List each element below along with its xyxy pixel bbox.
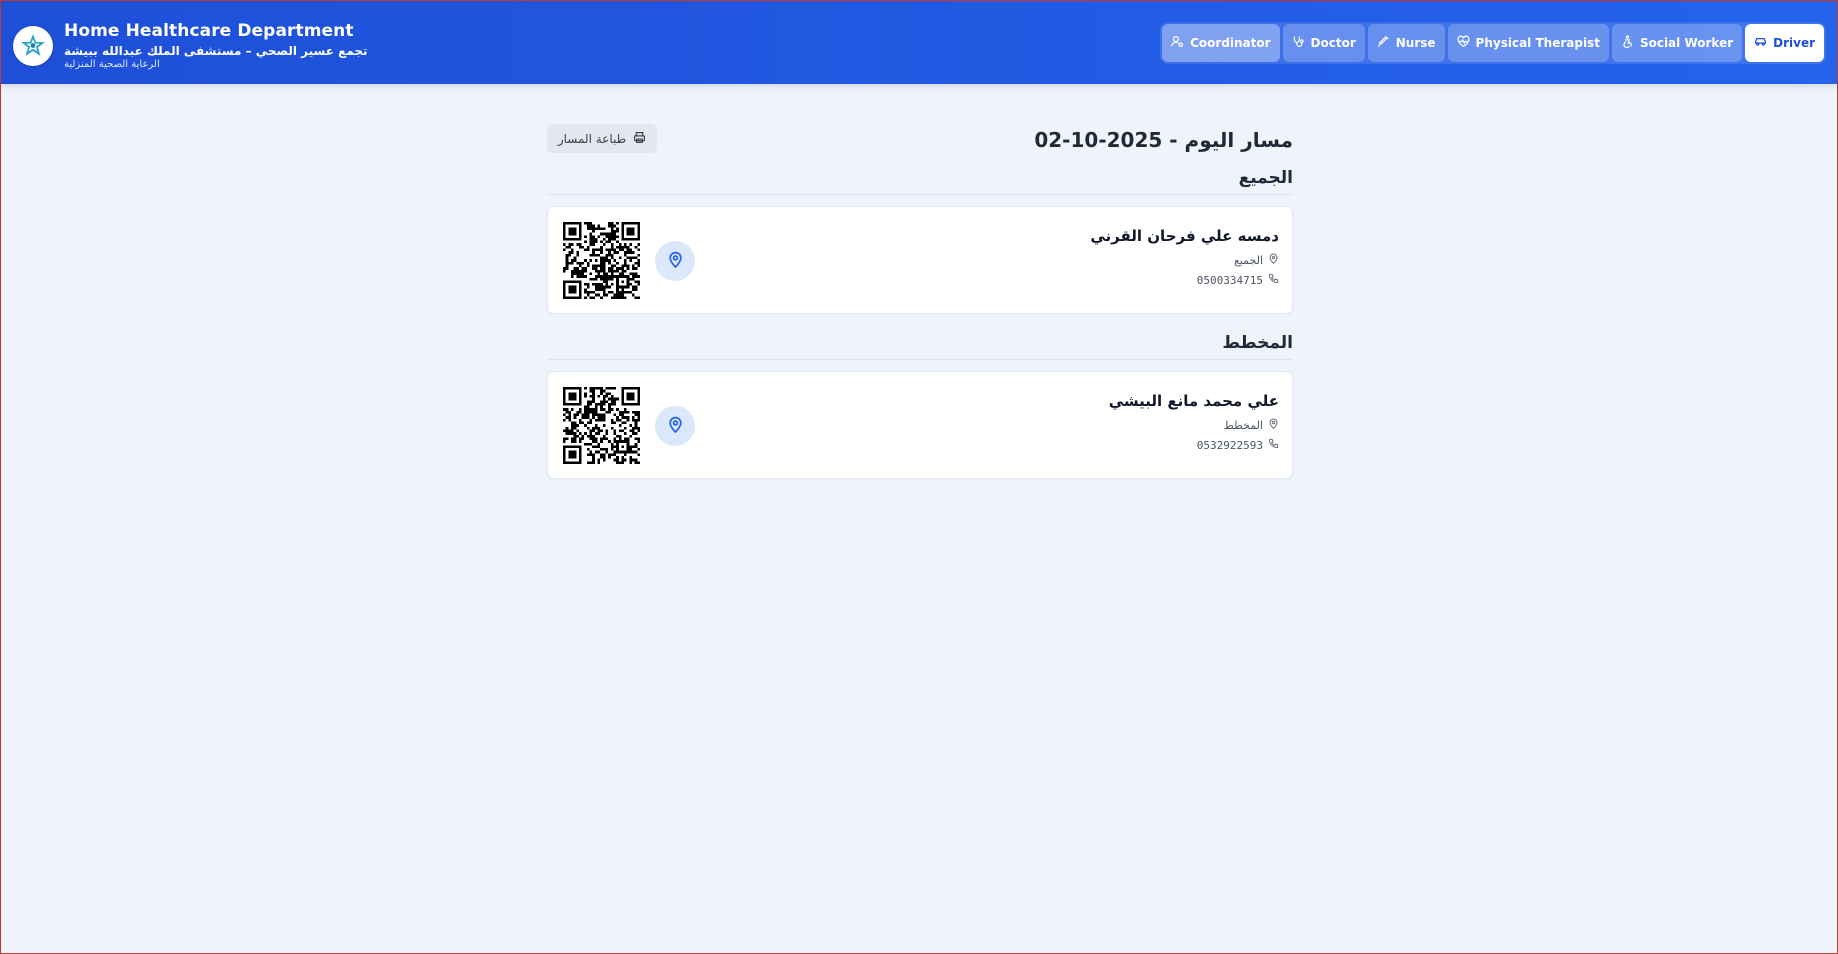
- map-location-button[interactable]: [655, 241, 695, 281]
- patient-name: دمسه علي فرحان القرني: [1090, 227, 1279, 245]
- nav-nurse-label: Nurse: [1395, 36, 1436, 50]
- nav-physical-therapist-label: Physical Therapist: [1475, 36, 1600, 50]
- accessibility-icon: [1621, 35, 1634, 51]
- nav-physical-therapist-button[interactable]: Physical Therapist: [1447, 24, 1609, 62]
- printer-icon: [633, 131, 646, 147]
- app-subtitle: تجمع عسير الصحي – مستشفى الملك عبدالله ب…: [64, 44, 368, 58]
- print-route-button[interactable]: طباعة المسار: [547, 124, 657, 153]
- nav-social-worker-label: Social Worker: [1639, 36, 1734, 50]
- location-pin-icon: [1268, 418, 1279, 432]
- patient-card: دمسه علي فرحان القرني الجميع 0500334715: [547, 206, 1293, 314]
- user-cog-icon: [1171, 35, 1184, 51]
- phone-icon: [1268, 273, 1279, 287]
- patient-card: علي محمد مانع البيشي المخطط 0532922593: [547, 371, 1293, 479]
- app-header: Home Healthcare Department تجمع عسير الص…: [0, 0, 1838, 84]
- syringe-icon: [1377, 35, 1390, 51]
- map-pin-icon: [667, 251, 684, 272]
- app-title: Home Healthcare Department: [64, 21, 354, 41]
- qr-code: [563, 387, 640, 464]
- qr-code: [563, 222, 640, 299]
- nav-social-worker-button[interactable]: Social Worker: [1611, 24, 1743, 62]
- nav-driver-button[interactable]: Driver: [1745, 24, 1824, 62]
- map-location-button[interactable]: [655, 406, 695, 446]
- car-icon: [1754, 35, 1767, 51]
- print-route-label: طباعة المسار: [557, 131, 627, 146]
- patient-location: المخطط: [1223, 418, 1263, 432]
- map-pin-icon: [667, 416, 684, 437]
- location-pin-icon: [1268, 253, 1279, 267]
- nav-doctor-label: Doctor: [1310, 36, 1356, 50]
- patient-phone[interactable]: 0500334715: [1197, 274, 1263, 287]
- heart-pulse-icon: [1457, 35, 1470, 51]
- nav-coordinator-button[interactable]: Coordinator: [1162, 24, 1280, 62]
- patient-location: الجميع: [1233, 253, 1263, 267]
- nav-doctor-button[interactable]: Doctor: [1282, 24, 1365, 62]
- nav-nurse-button[interactable]: Nurse: [1367, 24, 1445, 62]
- nav-driver-label: Driver: [1773, 36, 1815, 50]
- section-title: المخطط: [547, 333, 1293, 360]
- role-nav: Coordinator Doctor Nurse Physical Therap…: [1160, 22, 1826, 64]
- nav-coordinator-label: Coordinator: [1190, 36, 1271, 50]
- page-title: مسار اليوم - 2025-10-02: [1034, 128, 1293, 152]
- star-logo-icon: [13, 26, 53, 66]
- phone-icon: [1268, 438, 1279, 452]
- brand: Home Healthcare Department تجمع عسير الص…: [13, 21, 368, 71]
- patient-phone[interactable]: 0532922593: [1197, 439, 1263, 452]
- route-panel: مسار اليوم - 2025-10-02 طباعة المسار الج…: [547, 110, 1293, 479]
- patient-name: علي محمد مانع البيشي: [1108, 392, 1279, 410]
- section-title: الجميع: [547, 168, 1293, 195]
- app-subtitle-secondary: الرعاية الصحية المنزلية: [64, 59, 160, 70]
- stethoscope-icon: [1292, 35, 1305, 51]
